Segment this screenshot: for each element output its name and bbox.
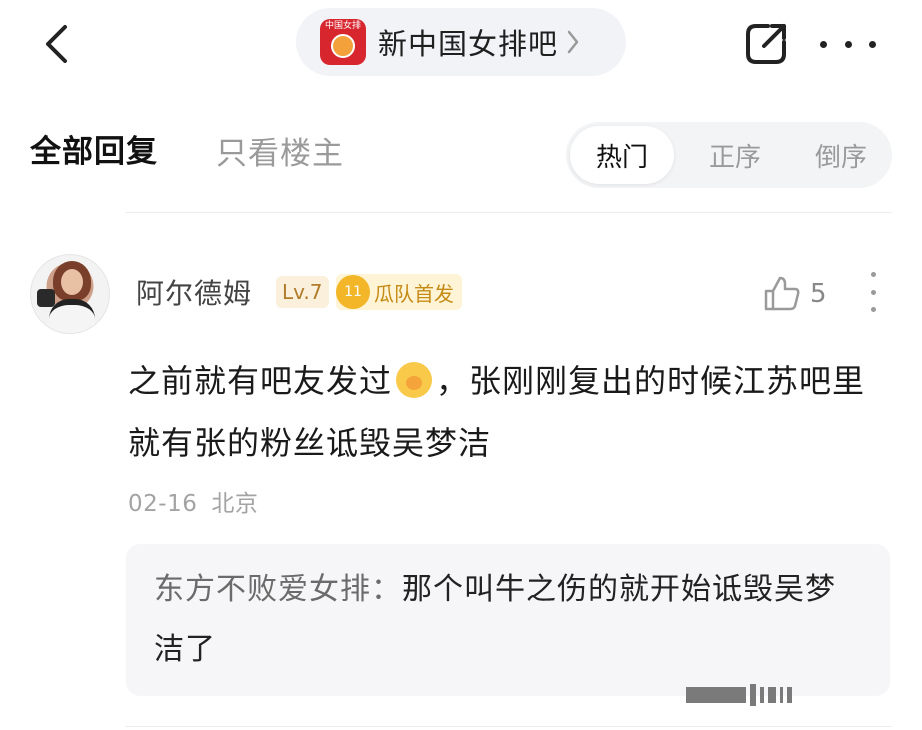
more-vertical-icon xyxy=(870,272,876,277)
avatar[interactable] xyxy=(30,254,110,334)
comment-meta: 02-16 北京 xyxy=(128,484,258,518)
reply-author[interactable]: 东方不败爱女排： xyxy=(154,572,402,607)
divider xyxy=(126,726,892,727)
share-icon xyxy=(746,24,786,64)
thumbs-up-icon xyxy=(764,276,800,311)
like-button[interactable]: 5 xyxy=(762,274,827,314)
forum-name: 新中国女排吧 xyxy=(378,27,559,61)
more-horizontal-icon xyxy=(869,40,876,48)
more-vertical-icon xyxy=(870,289,876,295)
forum-entry-button[interactable]: 中国女排 新中国女排吧 xyxy=(296,8,626,76)
share-button[interactable] xyxy=(742,20,790,68)
more-options-button[interactable] xyxy=(820,26,876,62)
reply-text: 东方不败爱女排：那个叫牛之伤的就开始诋毁吴梦洁了 xyxy=(154,560,864,680)
fan-badge[interactable]: 11 瓜队首发 xyxy=(336,274,462,310)
divider xyxy=(126,212,892,213)
shy-emoji-icon xyxy=(396,362,433,398)
tab-all-replies[interactable]: 全部回复 xyxy=(30,126,158,171)
watermark-icon xyxy=(686,684,792,706)
comment-text-part1: 之前就有吧友发过 xyxy=(128,362,393,400)
more-horizontal-icon xyxy=(820,40,827,48)
fan-level-icon: 11 xyxy=(336,275,370,309)
volleyball-icon xyxy=(331,34,355,58)
more-vertical-icon xyxy=(870,307,876,312)
forum-logo-text: 中国女排 xyxy=(324,21,361,31)
back-button[interactable] xyxy=(34,20,78,68)
sort-desc-button[interactable]: 倒序 xyxy=(796,126,886,184)
comment-more-button[interactable] xyxy=(866,272,880,312)
more-horizontal-icon xyxy=(844,40,852,48)
forum-logo: 中国女排 xyxy=(320,19,366,65)
username[interactable]: 阿尔德姆 xyxy=(136,272,252,312)
top-bar: 中国女排 新中国女排吧 xyxy=(0,0,922,90)
fan-badge-label: 瓜队首发 xyxy=(374,281,454,306)
comment-text: 之前就有吧友发过 ，张刚刚复出的时候江苏吧里就有张的粉丝诋毁吴梦洁 xyxy=(128,350,878,474)
level-badge: Lv.7 xyxy=(276,276,329,308)
comment-location: 北京 xyxy=(211,491,259,517)
chevron-right-icon xyxy=(566,29,580,55)
like-count: 5 xyxy=(810,279,827,309)
tab-op-only[interactable]: 只看楼主 xyxy=(216,128,344,173)
sort-hot-button[interactable]: 热门 xyxy=(570,126,674,184)
sort-asc-button[interactable]: 正序 xyxy=(690,126,780,184)
chevron-left-icon xyxy=(46,25,67,63)
comment-date: 02-16 xyxy=(128,491,198,517)
